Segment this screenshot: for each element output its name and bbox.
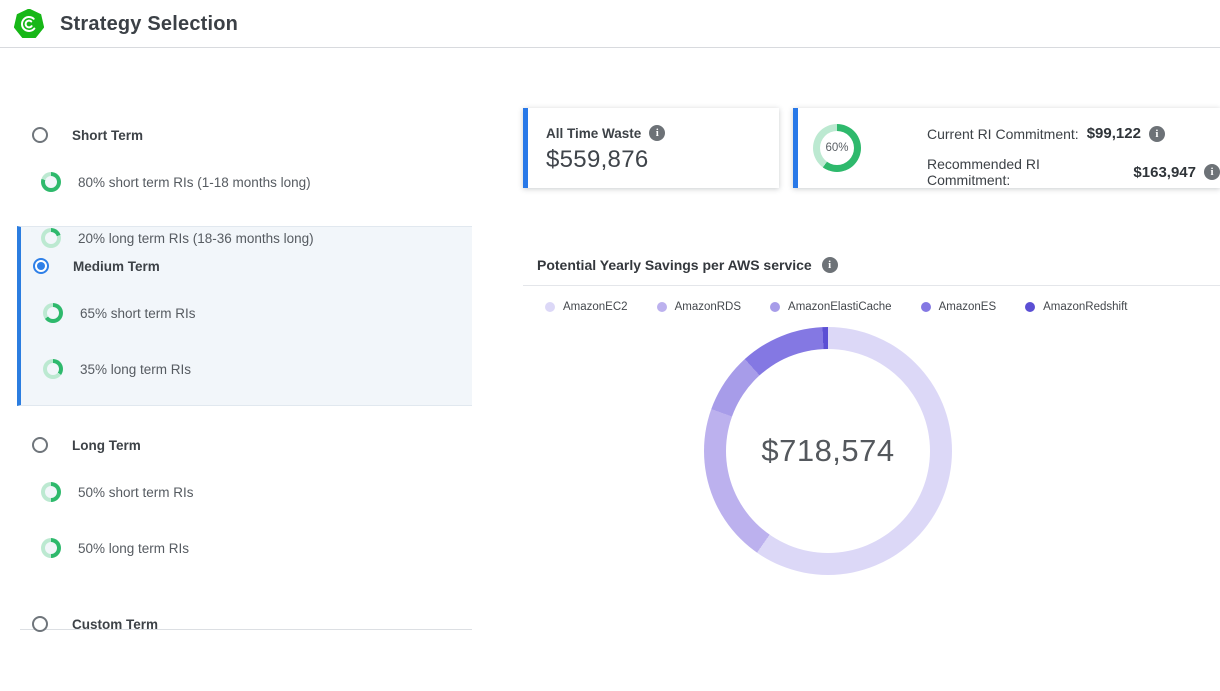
radio-short-term[interactable]: [32, 127, 48, 143]
legend-item[interactable]: AmazonES: [921, 301, 997, 313]
page-header: Strategy Selection: [0, 0, 1220, 48]
legend-item[interactable]: AmazonRDS: [657, 301, 741, 313]
section-label: Custom Term: [72, 617, 158, 632]
radio-medium-term[interactable]: [33, 258, 49, 274]
allocation-row: 80% short term RIs (1-18 months long): [41, 170, 311, 194]
strategy-option-short-term[interactable]: Short Term: [32, 123, 143, 147]
strategy-sidebar: Short Term 80% short term RIs (1-18 mont…: [0, 48, 472, 691]
info-icon[interactable]: [1204, 164, 1220, 180]
page-title: Strategy Selection: [60, 0, 238, 48]
allocation-ring-icon: [43, 303, 63, 323]
strategy-selection-page: Strategy Selection Short Term 80% short …: [0, 0, 1220, 691]
card-title: All Time Waste: [546, 126, 641, 141]
donut-center-value: $718,574: [704, 327, 952, 575]
section-label: Short Term: [72, 128, 143, 143]
chart-title: Potential Yearly Savings per AWS service: [537, 257, 812, 273]
allocation-label: 80% short term RIs (1-18 months long): [78, 175, 311, 190]
all-time-waste-card: All Time Waste $559,876: [523, 108, 779, 188]
legend-label: AmazonEC2: [563, 301, 628, 313]
current-commitment-label: Current RI Commitment:: [927, 126, 1079, 142]
allocation-label: 20% long term RIs (18-36 months long): [78, 231, 314, 246]
legend-dot-icon: [921, 302, 931, 312]
legend-label: AmazonElastiCache: [788, 301, 892, 313]
recommended-commitment-value: $163,947: [1133, 164, 1196, 181]
recommended-commitment-label: Recommended RI Commitment:: [927, 156, 1125, 188]
legend-label: AmazonES: [939, 301, 997, 313]
chart-divider: [523, 285, 1220, 286]
app-logo-icon: [14, 9, 44, 39]
section-label: Long Term: [72, 438, 141, 453]
chart-header: Potential Yearly Savings per AWS service: [537, 257, 838, 273]
allocation-label: 50% long term RIs: [78, 541, 189, 556]
allocation-row: 50% short term RIs: [41, 480, 194, 504]
strategy-option-long-term[interactable]: Long Term: [32, 433, 141, 457]
strategy-option-custom-term[interactable]: Custom Term: [32, 612, 158, 636]
legend-dot-icon: [545, 302, 555, 312]
legend-item[interactable]: AmazonElastiCache: [770, 301, 892, 313]
legend-label: AmazonRedshift: [1043, 301, 1127, 313]
legend-dot-icon: [657, 302, 667, 312]
allocation-row: 35% long term RIs: [43, 357, 191, 381]
allocation-ring-icon: [41, 172, 61, 192]
recommended-commitment-row: Recommended RI Commitment: $163,947: [927, 156, 1220, 188]
info-icon[interactable]: [649, 125, 665, 141]
allocation-ring-icon: [41, 228, 61, 248]
radio-long-term[interactable]: [32, 437, 48, 453]
legend-dot-icon: [770, 302, 780, 312]
allocation-row: 65% short term RIs: [43, 301, 196, 325]
ri-commitment-card: 60% Current RI Commitment: $99,122 Recom…: [793, 108, 1220, 188]
legend-label: AmazonRDS: [675, 301, 741, 313]
allocation-label: 50% short term RIs: [78, 485, 194, 500]
current-commitment-value: $99,122: [1087, 125, 1141, 142]
radio-custom-term[interactable]: [32, 616, 48, 632]
chart-legend: AmazonEC2 AmazonRDS AmazonElastiCache Amazo…: [545, 301, 1128, 313]
allocation-row: 20% long term RIs (18-36 months long): [41, 226, 314, 250]
legend-dot-icon: [1025, 302, 1035, 312]
section-label: Medium Term: [73, 259, 160, 274]
strategy-option-medium-term[interactable]: Medium Term: [33, 254, 160, 278]
allocation-ring-icon: [41, 482, 61, 502]
all-time-waste-value: $559,876: [546, 146, 649, 174]
legend-item[interactable]: AmazonRedshift: [1025, 301, 1127, 313]
allocation-row: 50% long term RIs: [41, 536, 189, 560]
legend-item[interactable]: AmazonEC2: [545, 301, 628, 313]
current-commitment-row: Current RI Commitment: $99,122: [927, 125, 1165, 142]
commitment-ratio-label: 60%: [813, 124, 861, 172]
allocation-ring-icon: [43, 359, 63, 379]
allocation-ring-icon: [41, 538, 61, 558]
info-icon[interactable]: [822, 257, 838, 273]
info-icon[interactable]: [1149, 126, 1165, 142]
allocation-label: 65% short term RIs: [80, 306, 196, 321]
allocation-label: 35% long term RIs: [80, 362, 191, 377]
